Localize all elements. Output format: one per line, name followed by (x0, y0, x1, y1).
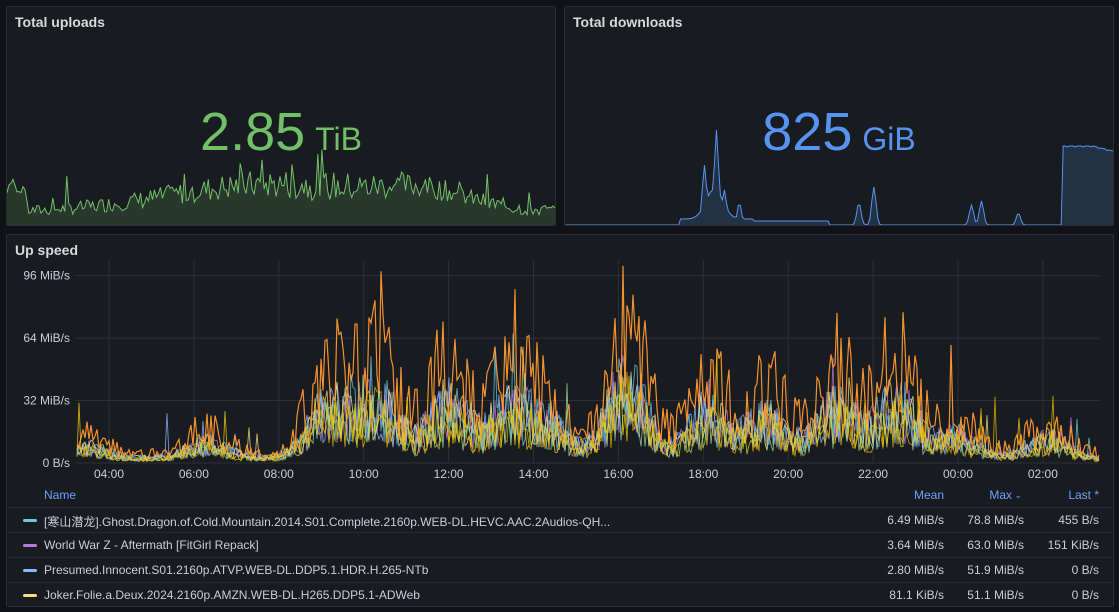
stat-unit: TiB (315, 121, 362, 157)
y-tick-label: 96 MiB/s (23, 269, 70, 283)
legend-header: Name Mean Max ⌄ Last * (7, 487, 1113, 507)
legend-max-header[interactable]: Max (989, 488, 1012, 502)
series-max: 63.0 MiB/s (967, 538, 1024, 552)
legend-row[interactable]: World War Z - Aftermath [FitGirl Repack]… (7, 532, 1113, 557)
y-tick-label: 0 B/s (43, 456, 70, 470)
y-tick-label: 64 MiB/s (23, 331, 70, 345)
stat-value: 2.85 (200, 102, 306, 162)
series-swatch[interactable] (23, 544, 37, 547)
x-tick-label: 20:00 (773, 467, 803, 481)
series-last: 455 B/s (1058, 513, 1099, 527)
x-tick-label: 22:00 (858, 467, 888, 481)
legend-table: Name Mean Max ⌄ Last * [寒山潜龙].Ghost.Drag… (7, 487, 1113, 606)
y-tick-label: 32 MiB/s (23, 394, 70, 408)
total-downloads-panel: Total downloads 825 GiB (564, 6, 1114, 226)
legend-name-header[interactable]: Name (44, 488, 76, 502)
series-last: 0 B/s (1071, 563, 1099, 577)
series-last: 151 KiB/s (1047, 538, 1099, 552)
series-mean: 81.1 KiB/s (889, 588, 944, 602)
series-name[interactable]: Joker.Folie.a.Deux.2024.2160p.AMZN.WEB-D… (44, 588, 684, 602)
x-tick-label: 06:00 (179, 467, 209, 481)
legend-row[interactable]: Presumed.Innocent.S01.2160p.ATVP.WEB-DL.… (7, 557, 1113, 582)
series-swatch[interactable] (23, 594, 37, 597)
x-tick-label: 02:00 (1028, 467, 1058, 481)
panel-title[interactable]: Total downloads (573, 14, 682, 30)
legend-mean-header[interactable]: Mean (914, 488, 944, 502)
series-mean: 6.49 MiB/s (887, 513, 944, 527)
series-max: 78.8 MiB/s (967, 513, 1024, 527)
up-speed-chart[interactable]: 0 B/s 32 MiB/s 64 MiB/s 96 MiB/s 04:00 06:00 0… (7, 235, 1114, 487)
stat-unit: GiB (862, 121, 916, 157)
up-speed-panel: Up speed 0 B/s 32 MiB/s 64 MiB/s 96 MiB/s 04… (6, 234, 1114, 607)
series-max: 51.1 MiB/s (967, 588, 1024, 602)
series-swatch[interactable] (23, 569, 37, 572)
x-tick-label: 08:00 (264, 467, 294, 481)
downloads-stat: 825 GiB (565, 102, 1113, 169)
x-tick-label: 10:00 (349, 467, 379, 481)
x-tick-label: 04:00 (94, 467, 124, 481)
series-name[interactable]: [寒山潜龙].Ghost.Dragon.of.Cold.Mountain.201… (44, 513, 684, 530)
series-max: 51.9 MiB/s (967, 563, 1024, 577)
speed-series-line (76, 265, 1100, 461)
legend-row[interactable]: Joker.Folie.a.Deux.2024.2160p.AMZN.WEB-D… (7, 582, 1113, 606)
x-tick-label: 14:00 (518, 467, 548, 481)
series-mean: 3.64 MiB/s (887, 538, 944, 552)
series-name[interactable]: Presumed.Innocent.S01.2160p.ATVP.WEB-DL.… (44, 563, 684, 577)
panel-title[interactable]: Total uploads (15, 14, 105, 30)
uploads-stat: 2.85 TiB (7, 102, 555, 169)
stat-value: 825 (762, 102, 853, 162)
series-last: 0 B/s (1071, 588, 1099, 602)
legend-last-header[interactable]: Last * (1068, 488, 1099, 502)
series-name[interactable]: World War Z - Aftermath [FitGirl Repack] (44, 538, 684, 552)
x-tick-label: 00:00 (943, 467, 973, 481)
total-uploads-panel: Total uploads 2.85 TiB (6, 6, 556, 226)
chevron-down-icon[interactable]: ⌄ (1014, 490, 1022, 501)
x-tick-label: 16:00 (603, 467, 633, 481)
legend-row[interactable]: [寒山潜龙].Ghost.Dragon.of.Cold.Mountain.201… (7, 507, 1113, 532)
x-tick-label: 18:00 (688, 467, 718, 481)
series-swatch[interactable] (23, 519, 37, 522)
series-mean: 2.80 MiB/s (887, 563, 944, 577)
x-tick-label: 12:00 (434, 467, 464, 481)
